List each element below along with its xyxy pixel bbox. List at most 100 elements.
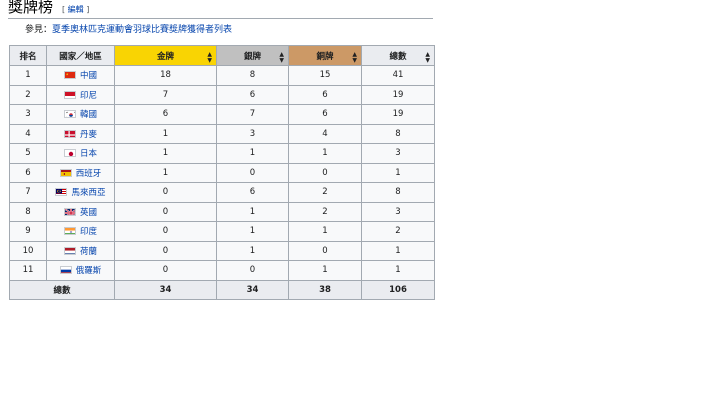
totals-gold: 34 bbox=[114, 279, 217, 300]
header-total[interactable]: 總數 ▲ ▼ bbox=[361, 45, 435, 66]
table-row: 8 英國 0 1 2 3 bbox=[9, 201, 435, 222]
cell-nation: 日本 bbox=[46, 143, 115, 164]
see-also-link[interactable]: 夏季奧林匹克運動會羽球比賽獎牌獲得者列表 bbox=[52, 25, 232, 35]
sort-arrows-icon[interactable]: ▲ ▼ bbox=[279, 52, 284, 64]
nation-link[interactable]: 馬來西亞 bbox=[71, 188, 105, 198]
cell-gold: 7 bbox=[114, 84, 217, 105]
table-row: 1 中國 18 8 15 41 bbox=[9, 65, 435, 86]
cell-bronze: 1 bbox=[288, 260, 362, 281]
sort-arrows-icon[interactable]: ▲ ▼ bbox=[207, 52, 212, 64]
table-row: 3 韓國 6 7 6 19 bbox=[9, 104, 435, 125]
cell-nation: 英國 bbox=[46, 201, 115, 222]
nation-link[interactable]: 俄羅斯 bbox=[76, 266, 102, 276]
cell-rank: 9 bbox=[9, 221, 47, 242]
header-bronze-label: 銅牌 bbox=[316, 51, 334, 62]
south-korea-flag-icon bbox=[63, 110, 76, 119]
cell-total: 19 bbox=[361, 84, 435, 105]
totals-bronze: 38 bbox=[288, 279, 362, 300]
cell-silver: 1 bbox=[216, 240, 289, 261]
cell-rank: 11 bbox=[9, 260, 47, 281]
cell-gold: 1 bbox=[114, 143, 217, 164]
sort-arrows-icon[interactable]: ▲ ▼ bbox=[352, 52, 357, 64]
cell-bronze: 2 bbox=[288, 201, 362, 222]
totals-label: 總數 bbox=[9, 279, 115, 300]
nation-link[interactable]: 英國 bbox=[80, 208, 97, 218]
cell-gold: 1 bbox=[114, 162, 217, 183]
medal-table: 排名 國家／地區 金牌 ▲ ▼ 銀牌 ▲ ▼ 銅牌 ▲ ▼ 總數 ▲ ▼ 1 中國 18 8 15 41 2… bbox=[9, 45, 435, 300]
see-also-prefix: 參見： bbox=[25, 25, 53, 35]
cell-total: 1 bbox=[361, 162, 435, 183]
table-row: 4 丹麥 1 3 4 8 bbox=[9, 123, 435, 144]
cell-gold: 0 bbox=[114, 240, 217, 261]
cell-silver: 6 bbox=[216, 84, 289, 105]
cell-gold: 0 bbox=[114, 182, 217, 203]
cell-silver: 1 bbox=[216, 221, 289, 242]
cell-rank: 5 bbox=[9, 143, 47, 164]
cell-rank: 4 bbox=[9, 123, 47, 144]
table-row: 10 荷蘭 0 1 0 1 bbox=[9, 240, 435, 261]
nation-link[interactable]: 丹麥 bbox=[80, 130, 97, 140]
nation-link[interactable]: 印度 bbox=[80, 227, 97, 237]
cell-gold: 0 bbox=[114, 260, 217, 281]
header-silver-label: 銀牌 bbox=[243, 51, 261, 62]
cell-silver: 3 bbox=[216, 123, 289, 144]
nation-link[interactable]: 印尼 bbox=[80, 91, 97, 101]
cell-nation: 馬來西亞 bbox=[46, 182, 115, 203]
cell-gold: 18 bbox=[114, 65, 217, 86]
table-row: 11 俄羅斯 0 0 1 1 bbox=[9, 260, 435, 281]
header-total-label: 總數 bbox=[389, 51, 407, 62]
cell-rank: 8 bbox=[9, 201, 47, 222]
nation-link[interactable]: 荷蘭 bbox=[80, 247, 97, 257]
cell-gold: 0 bbox=[114, 201, 217, 222]
cell-gold: 1 bbox=[114, 123, 217, 144]
header-nation[interactable]: 國家／地區 bbox=[46, 45, 115, 66]
header-gold[interactable]: 金牌 ▲ ▼ bbox=[114, 45, 217, 66]
denmark-flag-icon bbox=[63, 129, 76, 138]
cell-nation: 韓國 bbox=[46, 104, 115, 125]
table-row: 5 日本 1 1 1 3 bbox=[9, 143, 435, 164]
cell-gold: 0 bbox=[114, 221, 217, 242]
cell-silver: 8 bbox=[216, 65, 289, 86]
table-row: 6 西班牙 1 0 0 1 bbox=[9, 162, 435, 183]
cell-nation: 俄羅斯 bbox=[46, 260, 115, 281]
spain-flag-icon bbox=[59, 168, 72, 177]
cell-total: 8 bbox=[361, 123, 435, 144]
cell-silver: 1 bbox=[216, 201, 289, 222]
netherlands-flag-icon bbox=[63, 246, 76, 255]
nation-link[interactable]: 中國 bbox=[80, 71, 97, 81]
edit-link[interactable]: 編輯 bbox=[68, 5, 84, 14]
header-bronze[interactable]: 銅牌 ▲ ▼ bbox=[288, 45, 362, 66]
nation-link[interactable]: 韓國 bbox=[80, 110, 97, 120]
cell-total: 3 bbox=[361, 143, 435, 164]
cell-total: 19 bbox=[361, 104, 435, 125]
cell-total: 3 bbox=[361, 201, 435, 222]
cell-bronze: 1 bbox=[288, 221, 362, 242]
table-row: 7 馬來西亞 0 6 2 8 bbox=[9, 182, 435, 203]
table-header-row: 排名 國家／地區 金牌 ▲ ▼ 銀牌 ▲ ▼ 銅牌 ▲ ▼ 總數 ▲ ▼ bbox=[9, 45, 435, 66]
cell-total: 2 bbox=[361, 221, 435, 242]
cell-bronze: 0 bbox=[288, 240, 362, 261]
cell-bronze: 15 bbox=[288, 65, 362, 86]
header-silver[interactable]: 銀牌 ▲ ▼ bbox=[216, 45, 289, 66]
cell-total: 8 bbox=[361, 182, 435, 203]
cell-bronze: 4 bbox=[288, 123, 362, 144]
cell-total: 41 bbox=[361, 65, 435, 86]
russia-flag-icon bbox=[59, 266, 72, 275]
table-row: 2 印尼 7 6 6 19 bbox=[9, 84, 435, 105]
nation-link[interactable]: 西班牙 bbox=[76, 169, 102, 179]
nation-link[interactable]: 日本 bbox=[80, 149, 97, 159]
cell-total: 1 bbox=[361, 260, 435, 281]
cell-bronze: 6 bbox=[288, 84, 362, 105]
cell-nation: 荷蘭 bbox=[46, 240, 115, 261]
sort-arrows-icon[interactable]: ▲ ▼ bbox=[425, 52, 430, 64]
header-rank[interactable]: 排名 bbox=[9, 45, 47, 66]
cell-nation: 印尼 bbox=[46, 84, 115, 105]
edit-bracket-close: ] bbox=[83, 5, 90, 14]
totals-total: 106 bbox=[361, 279, 435, 300]
cell-silver: 0 bbox=[216, 162, 289, 183]
cell-gold: 6 bbox=[114, 104, 217, 125]
cell-bronze: 2 bbox=[288, 182, 362, 203]
totals-row: 總數 34 34 38 106 bbox=[9, 279, 435, 300]
cell-nation: 中國 bbox=[46, 65, 115, 86]
cell-rank: 10 bbox=[9, 240, 47, 261]
